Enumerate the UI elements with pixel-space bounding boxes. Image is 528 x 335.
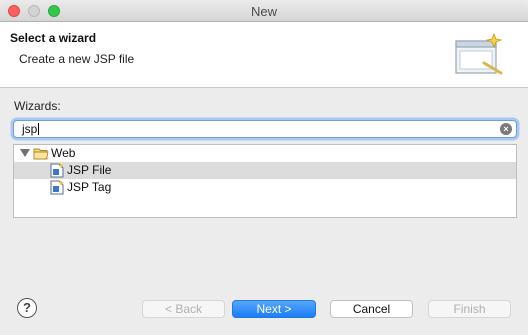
back-button[interactable]: < Back — [142, 300, 225, 318]
wizard-tree[interactable]: Web JSP File JSP Tag — [13, 144, 517, 218]
title-bar: New — [0, 0, 528, 22]
filter-text: jsp — [22, 122, 40, 136]
finish-button[interactable]: Finish — [428, 300, 511, 318]
header-description: Create a new JSP file — [19, 52, 135, 66]
next-button[interactable]: Next > — [232, 300, 316, 318]
folder-icon — [33, 148, 49, 160]
wizard-filter-input[interactable]: jsp × — [13, 120, 517, 138]
clear-icon[interactable]: × — [500, 123, 512, 135]
tree-item-jsp-tag[interactable]: JSP Tag — [14, 179, 516, 196]
tree-item-jsp-file[interactable]: JSP File — [14, 162, 516, 179]
wizards-label: Wizards: — [14, 99, 61, 113]
tree-item-label: Web — [51, 146, 76, 160]
wizard-header: Select a wizard Create a new JSP file — [0, 22, 528, 88]
jsp-file-icon — [50, 163, 64, 178]
wizard-banner-icon — [455, 32, 503, 75]
window-title: New — [250, 4, 277, 19]
tree-item-web[interactable]: Web — [14, 145, 516, 162]
help-button[interactable]: ? — [17, 298, 37, 318]
expand-arrow-icon[interactable] — [20, 149, 30, 158]
tree-item-label: JSP Tag — [67, 180, 112, 194]
cancel-button[interactable]: Cancel — [330, 300, 413, 318]
tree-item-label: JSP File — [67, 163, 112, 177]
jsp-tag-icon — [50, 180, 64, 195]
new-wizard-dialog: New Select a wizard Create a new JSP fil… — [0, 0, 528, 335]
header-title: Select a wizard — [10, 31, 97, 45]
